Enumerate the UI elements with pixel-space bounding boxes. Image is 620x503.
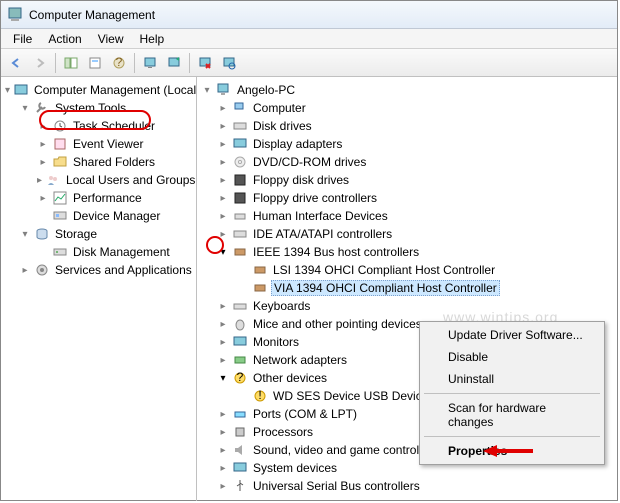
- tree-hid[interactable]: ▸Human Interface Devices: [197, 207, 617, 225]
- help-button[interactable]: ?: [108, 52, 130, 74]
- tree-task-scheduler[interactable]: ▸Task Scheduler: [1, 117, 196, 135]
- menubar: File Action View Help: [1, 29, 617, 49]
- firewire-icon: [232, 244, 248, 260]
- ctx-disable[interactable]: Disable: [422, 346, 602, 368]
- tree-usb[interactable]: ▸Universal Serial Bus controllers: [197, 477, 617, 495]
- tree-storage[interactable]: ▾Storage: [1, 225, 196, 243]
- monitor-button[interactable]: [139, 52, 161, 74]
- tools-icon: [34, 100, 50, 116]
- uninstall-button[interactable]: [194, 52, 216, 74]
- ctx-uninstall[interactable]: Uninstall: [422, 368, 602, 390]
- properties-button[interactable]: [84, 52, 106, 74]
- window-title: Computer Management: [29, 8, 155, 22]
- tree-performance[interactable]: ▸Performance: [1, 189, 196, 207]
- menu-file[interactable]: File: [5, 30, 40, 48]
- titlebar: Computer Management: [1, 1, 617, 29]
- display-icon: [232, 136, 248, 152]
- ctx-separator: [424, 436, 600, 437]
- toolbar: ?: [1, 49, 617, 77]
- menu-view[interactable]: View: [90, 30, 132, 48]
- show-hide-button[interactable]: [60, 52, 82, 74]
- tree-keyboards[interactable]: ▸Keyboards: [197, 297, 617, 315]
- services-icon: [34, 262, 50, 278]
- tree-local-users[interactable]: ▸Local Users and Groups: [1, 171, 196, 189]
- tree-display-adapters[interactable]: ▸Display adapters: [197, 135, 617, 153]
- hid-icon: [232, 208, 248, 224]
- mmc-icon: [13, 82, 29, 98]
- tree-shared-folders[interactable]: ▸Shared Folders: [1, 153, 196, 171]
- tree-floppy-disk[interactable]: ▸Floppy disk drives: [197, 171, 617, 189]
- context-menu: Update Driver Software... Disable Uninst…: [419, 321, 605, 465]
- clock-icon: [52, 118, 68, 134]
- folder-icon: [52, 154, 68, 170]
- users-icon: [45, 172, 61, 188]
- tree-ide[interactable]: ▸IDE ATA/ATAPI controllers: [197, 225, 617, 243]
- back-button[interactable]: [5, 52, 27, 74]
- tree-services-apps[interactable]: ▸Services and Applications: [1, 261, 196, 279]
- mouse-icon: [232, 316, 248, 332]
- ctx-separator: [424, 393, 600, 394]
- usb-icon: [232, 478, 248, 494]
- scan-button[interactable]: [218, 52, 240, 74]
- dvd-icon: [232, 154, 248, 170]
- menu-action[interactable]: Action: [40, 30, 89, 48]
- menu-help[interactable]: Help: [132, 30, 173, 48]
- computer-icon: [216, 82, 232, 98]
- tree-computer-root[interactable]: ▾Angelo-PC: [197, 81, 617, 99]
- refresh-button[interactable]: [163, 52, 185, 74]
- tree-dvd[interactable]: ▸DVD/CD-ROM drives: [197, 153, 617, 171]
- port-icon: [232, 406, 248, 422]
- svg-text:?: ?: [116, 56, 123, 69]
- ctx-properties[interactable]: Properties: [422, 440, 602, 462]
- tree-event-viewer[interactable]: ▸Event Viewer: [1, 135, 196, 153]
- sound-icon: [232, 442, 248, 458]
- other-icon: ?: [232, 370, 248, 386]
- warning-icon: !: [252, 388, 268, 404]
- network-icon: [232, 352, 248, 368]
- left-pane: ▾Computer Management (Local ▾System Tool…: [1, 77, 197, 501]
- window: Computer Management File Action View Hel…: [0, 0, 618, 501]
- tree-floppy-ctrl[interactable]: ▸Floppy drive controllers: [197, 189, 617, 207]
- floppy-ctrl-icon: [232, 190, 248, 206]
- tree-ieee1394[interactable]: ▾IEEE 1394 Bus host controllers: [197, 243, 617, 261]
- event-icon: [52, 136, 68, 152]
- svg-text:!: !: [258, 388, 261, 402]
- floppy-icon: [232, 172, 248, 188]
- right-pane: www.wintips.org ▾Angelo-PC ▸Computer ▸Di…: [197, 77, 617, 501]
- tree-computer[interactable]: ▸Computer: [197, 99, 617, 117]
- firewire-dev-icon: [252, 262, 268, 278]
- hdd-icon: [232, 118, 248, 134]
- storage-icon: [34, 226, 50, 242]
- cpu-icon: [232, 424, 248, 440]
- system-icon: [232, 460, 248, 476]
- firewire-dev-icon: [252, 280, 268, 296]
- forward-button[interactable]: [29, 52, 51, 74]
- tree-system-tools[interactable]: ▾System Tools: [1, 99, 196, 117]
- svg-text:?: ?: [237, 370, 244, 384]
- keyboard-icon: [232, 298, 248, 314]
- ide-icon: [232, 226, 248, 242]
- tree-root[interactable]: ▾Computer Management (Local: [1, 81, 196, 99]
- device-mgr-icon: [52, 208, 68, 224]
- disk-icon: [52, 244, 68, 260]
- tree-lsi1394[interactable]: ▸LSI 1394 OHCI Compliant Host Controller: [197, 261, 617, 279]
- tree-device-manager[interactable]: ▸Device Manager: [1, 207, 196, 225]
- tree-disk-drives[interactable]: ▸Disk drives: [197, 117, 617, 135]
- monitor-icon: [232, 334, 248, 350]
- perf-icon: [52, 190, 68, 206]
- ctx-update-driver[interactable]: Update Driver Software...: [422, 324, 602, 346]
- tree-disk-management[interactable]: ▸Disk Management: [1, 243, 196, 261]
- tree-via1394[interactable]: ▸VIA 1394 OHCI Compliant Host Controller: [197, 279, 617, 297]
- pc-icon: [232, 100, 248, 116]
- app-icon: [7, 7, 23, 23]
- ctx-scan[interactable]: Scan for hardware changes: [422, 397, 602, 433]
